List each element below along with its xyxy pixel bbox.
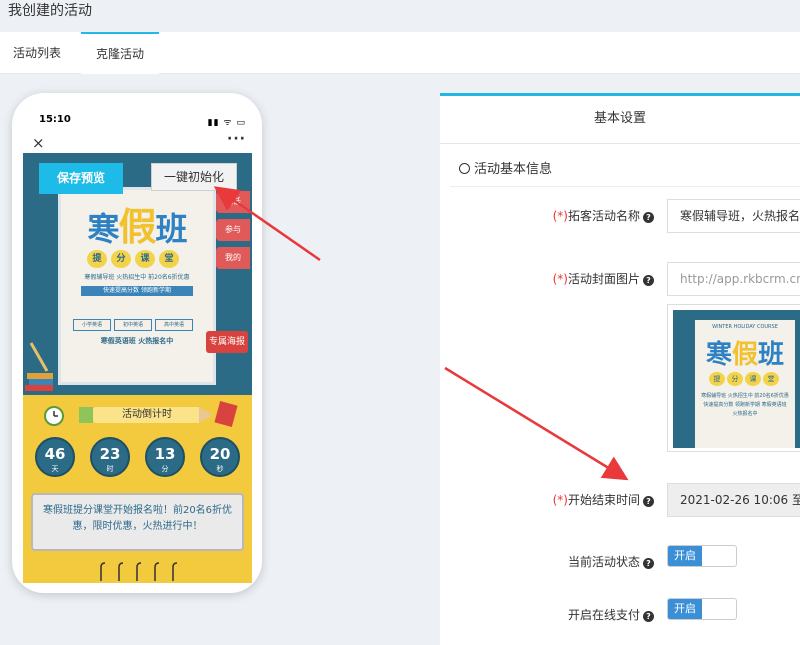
panel-header: 基本设置 bbox=[440, 96, 800, 144]
help-icon[interactable]: ? bbox=[643, 275, 654, 286]
poster-line: 寒假英语班 火热报名中 bbox=[100, 337, 174, 345]
countdown-timers: 46 天 23 时 13 分 20 秒 bbox=[33, 437, 245, 487]
help-icon[interactable]: ? bbox=[643, 496, 654, 507]
online-payment-toggle[interactable]: 开启 bbox=[667, 598, 737, 620]
activity-poster: 寒假班 提分课堂 寒假辅导班 火热招生中 前20名6折优惠 快速提高分数 领跑新… bbox=[58, 187, 216, 385]
poster-sub-char: 课 bbox=[135, 250, 155, 268]
cover-subtitle: 提分课堂 bbox=[709, 372, 781, 386]
poster-subtitle: 提分课堂 bbox=[85, 246, 190, 268]
activity-notice: 寒假班提分课堂开始报名啦！前20名6折优惠，限时优惠，火热进行中！ bbox=[31, 493, 244, 551]
exclusive-poster-button[interactable]: 专属海报 bbox=[206, 331, 248, 353]
one-click-init-button[interactable]: 一键初始化 bbox=[151, 163, 237, 191]
poster-sub-char: 分 bbox=[111, 250, 131, 268]
poster-course: 高中英语 bbox=[155, 319, 193, 331]
cover-image-preview[interactable]: WINTER HOLIDAY COURSE 寒假班 提分课堂 寒假辅导班 火热招… bbox=[667, 304, 800, 452]
more-icon[interactable]: ··· bbox=[227, 131, 246, 147]
poster-band: 快速提高分数 领跑新学期 bbox=[81, 286, 193, 296]
poster-title: 寒假班 bbox=[87, 205, 187, 249]
poster-course: 初中英语 bbox=[114, 319, 152, 331]
mine-button[interactable]: 我的 bbox=[216, 247, 250, 269]
save-preview-button[interactable]: 保存预览 bbox=[39, 163, 123, 194]
book-icon bbox=[214, 401, 238, 427]
countdown-section: 活动倒计时 46 天 23 时 13 分 20 秒 寒假班提分课堂开始报名啦！前20名6… bbox=[23, 395, 252, 583]
pencil-end-icon bbox=[79, 407, 93, 423]
phone-status-bar: 15:10 ▮▮ ᯤ ▭ bbox=[23, 113, 252, 129]
countdown-label: 活动倒计时 bbox=[93, 407, 201, 423]
cover-image-url-input[interactable]: http://app.rkbcrm.cn/ac bbox=[667, 262, 800, 296]
poster-line: 寒假辅导班 火热招生中 前20名6折优惠 bbox=[84, 274, 190, 281]
cover-title: 寒假班 bbox=[705, 340, 785, 370]
tab-bar: 活动列表 克隆活动 bbox=[0, 32, 800, 74]
circle-icon bbox=[459, 163, 470, 174]
tab-activity-list[interactable]: 活动列表 bbox=[0, 32, 74, 74]
section-title: 活动基本信息 bbox=[459, 158, 552, 177]
cover-image: WINTER HOLIDAY COURSE 寒假班 提分课堂 寒假辅导班 火热招… bbox=[673, 310, 800, 448]
activity-status-toggle[interactable]: 开启 bbox=[667, 545, 737, 567]
books-icon bbox=[25, 342, 53, 391]
activity-name-input[interactable]: 寒假辅导班，火热报名 bbox=[667, 199, 800, 233]
start-end-time-input[interactable]: 2021-02-26 10:06 至 2 bbox=[667, 483, 800, 517]
timer-minutes: 13 分 bbox=[145, 437, 185, 477]
cover-poster: WINTER HOLIDAY COURSE 寒假班 提分课堂 寒假辅导班 火热招… bbox=[695, 320, 795, 448]
online-payment-label: 开启在线支付? bbox=[568, 606, 654, 623]
timer-days: 46 天 bbox=[35, 437, 75, 477]
start-end-time-label: (*)开始结束时间? bbox=[553, 491, 654, 508]
poster-course: 小学英语 bbox=[73, 319, 111, 331]
help-icon[interactable]: ? bbox=[643, 558, 654, 569]
timer-hours: 23 时 bbox=[90, 437, 130, 477]
phone-nav-bar: × ··· bbox=[23, 131, 252, 153]
close-icon[interactable]: × bbox=[32, 134, 45, 152]
page-title: 我创建的活动 bbox=[8, 3, 92, 19]
phone-call-button[interactable]: 电话 bbox=[216, 191, 250, 213]
notebook-spiral-icon bbox=[100, 562, 178, 581]
help-icon[interactable]: ? bbox=[643, 212, 654, 223]
poster-sub-char: 堂 bbox=[159, 250, 179, 268]
signal-wifi-battery-icon: ▮▮ ᯤ ▭ bbox=[207, 118, 246, 128]
phone-screen: 寒假班 提分课堂 寒假辅导班 火热招生中 前20名6折优惠 快速提高分数 领跑新… bbox=[23, 153, 252, 583]
activity-name-label: (*)拓客活动名称? bbox=[553, 207, 654, 224]
cover-top-text: WINTER HOLIDAY COURSE bbox=[712, 324, 778, 330]
timer-seconds: 20 秒 bbox=[200, 437, 240, 477]
participate-button[interactable]: 参与 bbox=[216, 219, 250, 241]
help-icon[interactable]: ? bbox=[643, 611, 654, 622]
divider bbox=[450, 186, 800, 187]
cover-lines: 寒假辅导班 火热招生中 前20名6折优惠 快速提高分数 领跑新学期 寒假英语班 … bbox=[701, 393, 789, 417]
tab-clone-activity[interactable]: 克隆活动 bbox=[81, 32, 159, 74]
activity-status-label: 当前活动状态? bbox=[568, 553, 654, 570]
alarm-clock-icon bbox=[44, 406, 64, 426]
cover-image-label: (*)活动封面图片? bbox=[553, 270, 654, 287]
poster-sub-char: 提 bbox=[87, 250, 107, 268]
basic-settings-panel: 基本设置 活动基本信息 (*)拓客活动名称? 寒假辅导班，火热报名 (*)活动封… bbox=[440, 93, 800, 645]
status-time: 15:10 bbox=[39, 114, 71, 125]
poster-course-boxes: 小学英语 初中英语 高中英语 bbox=[73, 311, 203, 331]
poster-side-buttons: 电话 参与 我的 bbox=[216, 191, 250, 275]
